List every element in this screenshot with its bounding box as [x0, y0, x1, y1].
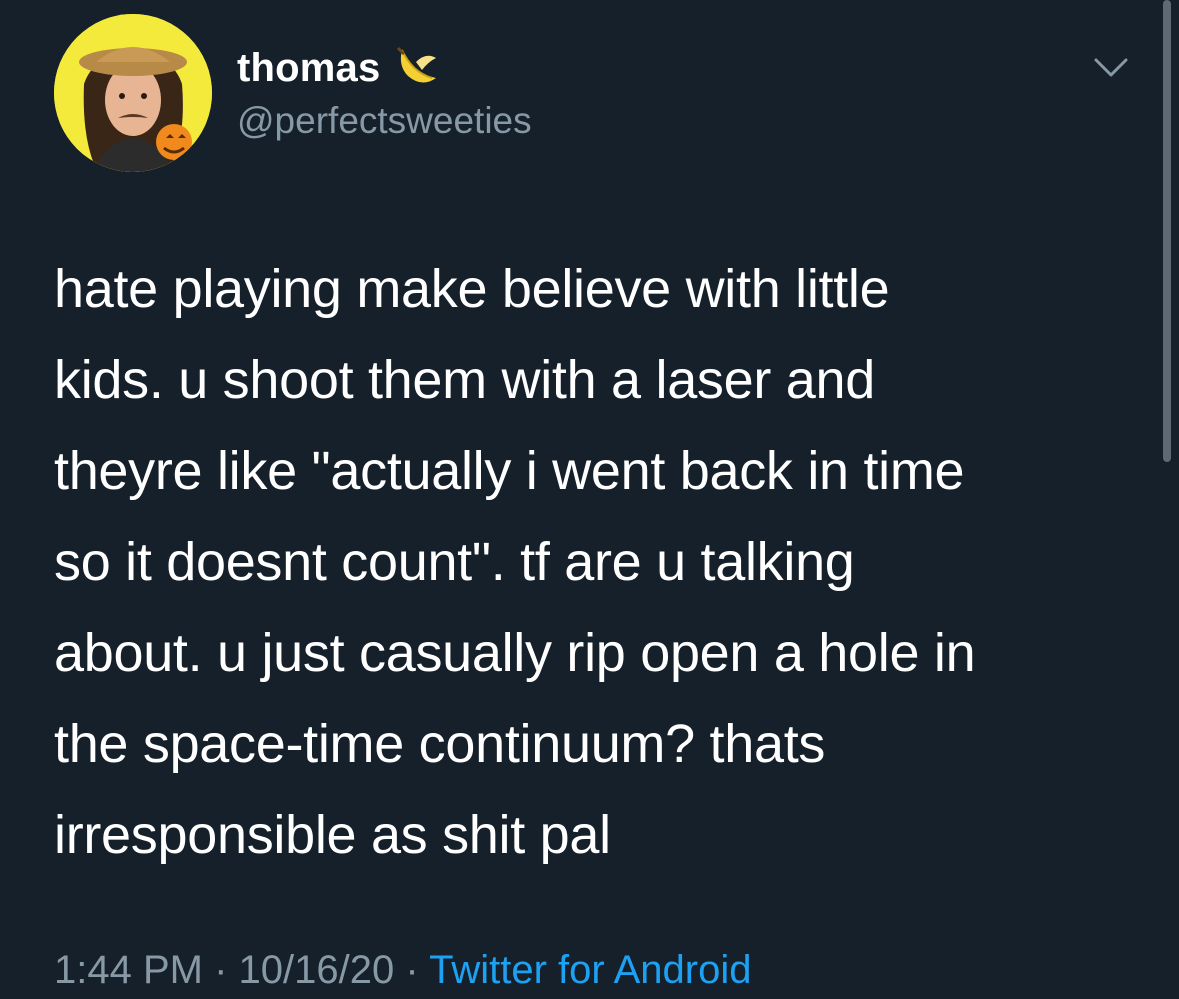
banana-icon — [392, 44, 440, 92]
meta-separator: · — [214, 948, 228, 992]
tweet-date[interactable]: 10/16/20 — [239, 948, 395, 992]
tweet-source[interactable]: Twitter for Android — [429, 948, 751, 992]
scrollbar[interactable] — [1163, 0, 1171, 462]
tweet-time[interactable]: 1:44 PM — [54, 948, 203, 992]
tweet-text: hate playing make believe with little ki… — [54, 259, 976, 865]
user-handle[interactable]: @perfectsweeties — [237, 100, 532, 142]
display-name[interactable]: thomas — [237, 46, 380, 91]
tweet-meta: 1:44 PM · 10/16/20 · Twitter for Android — [54, 948, 751, 993]
display-name-row[interactable]: thomas — [237, 40, 440, 96]
meta-separator: · — [405, 948, 419, 992]
avatar[interactable] — [54, 14, 212, 172]
chevron-down-icon[interactable] — [1086, 48, 1136, 88]
avatar-photo — [54, 14, 212, 172]
tweet-card: thomas @perfectsweeties hate playing mak… — [0, 0, 1179, 999]
